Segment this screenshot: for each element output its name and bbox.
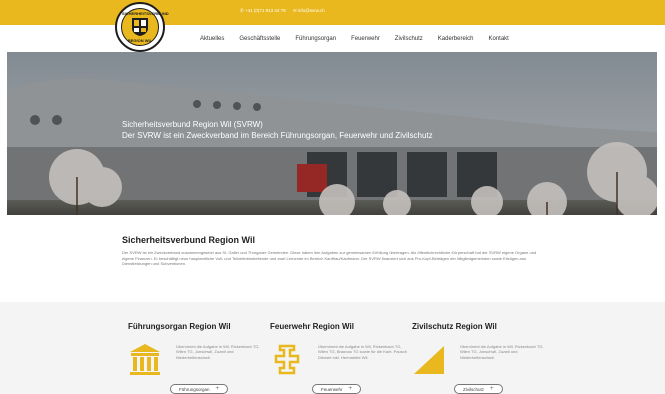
logo-emblem: SICHERHEITSVERBUND REGION WIL <box>121 8 169 46</box>
fire-hydrant-icon <box>274 344 300 375</box>
card-fuehrungsorgan: Führungsorgan Region Wil Übernimmt die A… <box>128 322 268 394</box>
contact-info: ✆ +41 (0)71 913 44 78 ✉ info@svrw.ch <box>240 8 331 14</box>
main-nav: Aktuelles Geschäftsstelle Führungsorgan … <box>200 36 509 42</box>
card-text: Übernimmt die Aufgabe in Wil, Rickenbach… <box>460 344 544 360</box>
card-title: Feuerwehr Region Wil <box>270 322 354 331</box>
button-label: Zivilschutz <box>463 386 485 392</box>
hero-subtitle: Der SVRW ist ein Zweckverband im Bereich… <box>122 131 433 140</box>
phone-link[interactable]: ✆ +41 (0)71 913 44 78 <box>240 8 286 13</box>
button-label: Führungsorgan <box>179 386 210 392</box>
plus-icon: + <box>215 386 220 392</box>
hero-title: Sicherheitsverbund Region Wil (SVRW) <box>122 120 263 129</box>
nav-item-geschaeftsstelle[interactable]: Geschäftsstelle <box>239 36 280 42</box>
pillars-icon <box>130 344 160 375</box>
intro-section: Sicherheitsverbund Region Wil Der SVRW i… <box>122 235 542 267</box>
triangle-icon <box>414 346 444 374</box>
feuerwehr-button[interactable]: Feuerwehr + <box>312 384 362 394</box>
nav-item-feuerwehr[interactable]: Feuerwehr <box>351 36 380 42</box>
card-text: Übernimmt die Aufgabe in Wil, Rickenbach… <box>318 344 408 360</box>
plus-icon: + <box>348 386 353 392</box>
fuehrungsorgan-button[interactable]: Führungsorgan + <box>170 384 229 394</box>
top-bar: ✆ +41 (0)71 913 44 78 ✉ info@svrw.ch <box>0 0 665 25</box>
logo-text-top: SICHERHEITSVERBUND <box>122 11 169 16</box>
site-logo[interactable]: SICHERHEITSVERBUND REGION WIL <box>115 2 169 52</box>
intro-text: Der SVRW ist ein Zweckverband zusammenge… <box>122 250 537 266</box>
card-title: Führungsorgan Region Wil <box>128 322 231 331</box>
logo-text-bottom: REGION WIL <box>127 38 153 43</box>
nav-item-zivilschutz[interactable]: Zivilschutz <box>395 36 423 42</box>
nav-item-kaderbereich[interactable]: Kaderbereich <box>438 36 474 42</box>
email-link[interactable]: ✉ info@svrw.ch <box>293 8 325 13</box>
intro-heading: Sicherheitsverbund Region Wil <box>122 235 255 245</box>
shield-icon <box>132 18 148 36</box>
card-title: Zivilschutz Region Wil <box>412 322 497 331</box>
button-label: Feuerwehr <box>321 386 343 392</box>
card-feuerwehr: Feuerwehr Region Wil Übernimmt die Aufga… <box>270 322 410 394</box>
card-zivilschutz: Zivilschutz Region Wil Übernimmt die Auf… <box>412 322 552 394</box>
zivilschutz-button[interactable]: Zivilschutz + <box>454 384 503 394</box>
nav-item-kontakt[interactable]: Kontakt <box>489 36 509 42</box>
card-text: Übernimmt die Aufgabe in Wil, Rickenbach… <box>176 344 260 360</box>
nav-item-aktuelles[interactable]: Aktuelles <box>200 36 224 42</box>
nav-item-fuehrungsorgan[interactable]: Führungsorgan <box>295 36 336 42</box>
plus-icon: + <box>490 386 494 392</box>
